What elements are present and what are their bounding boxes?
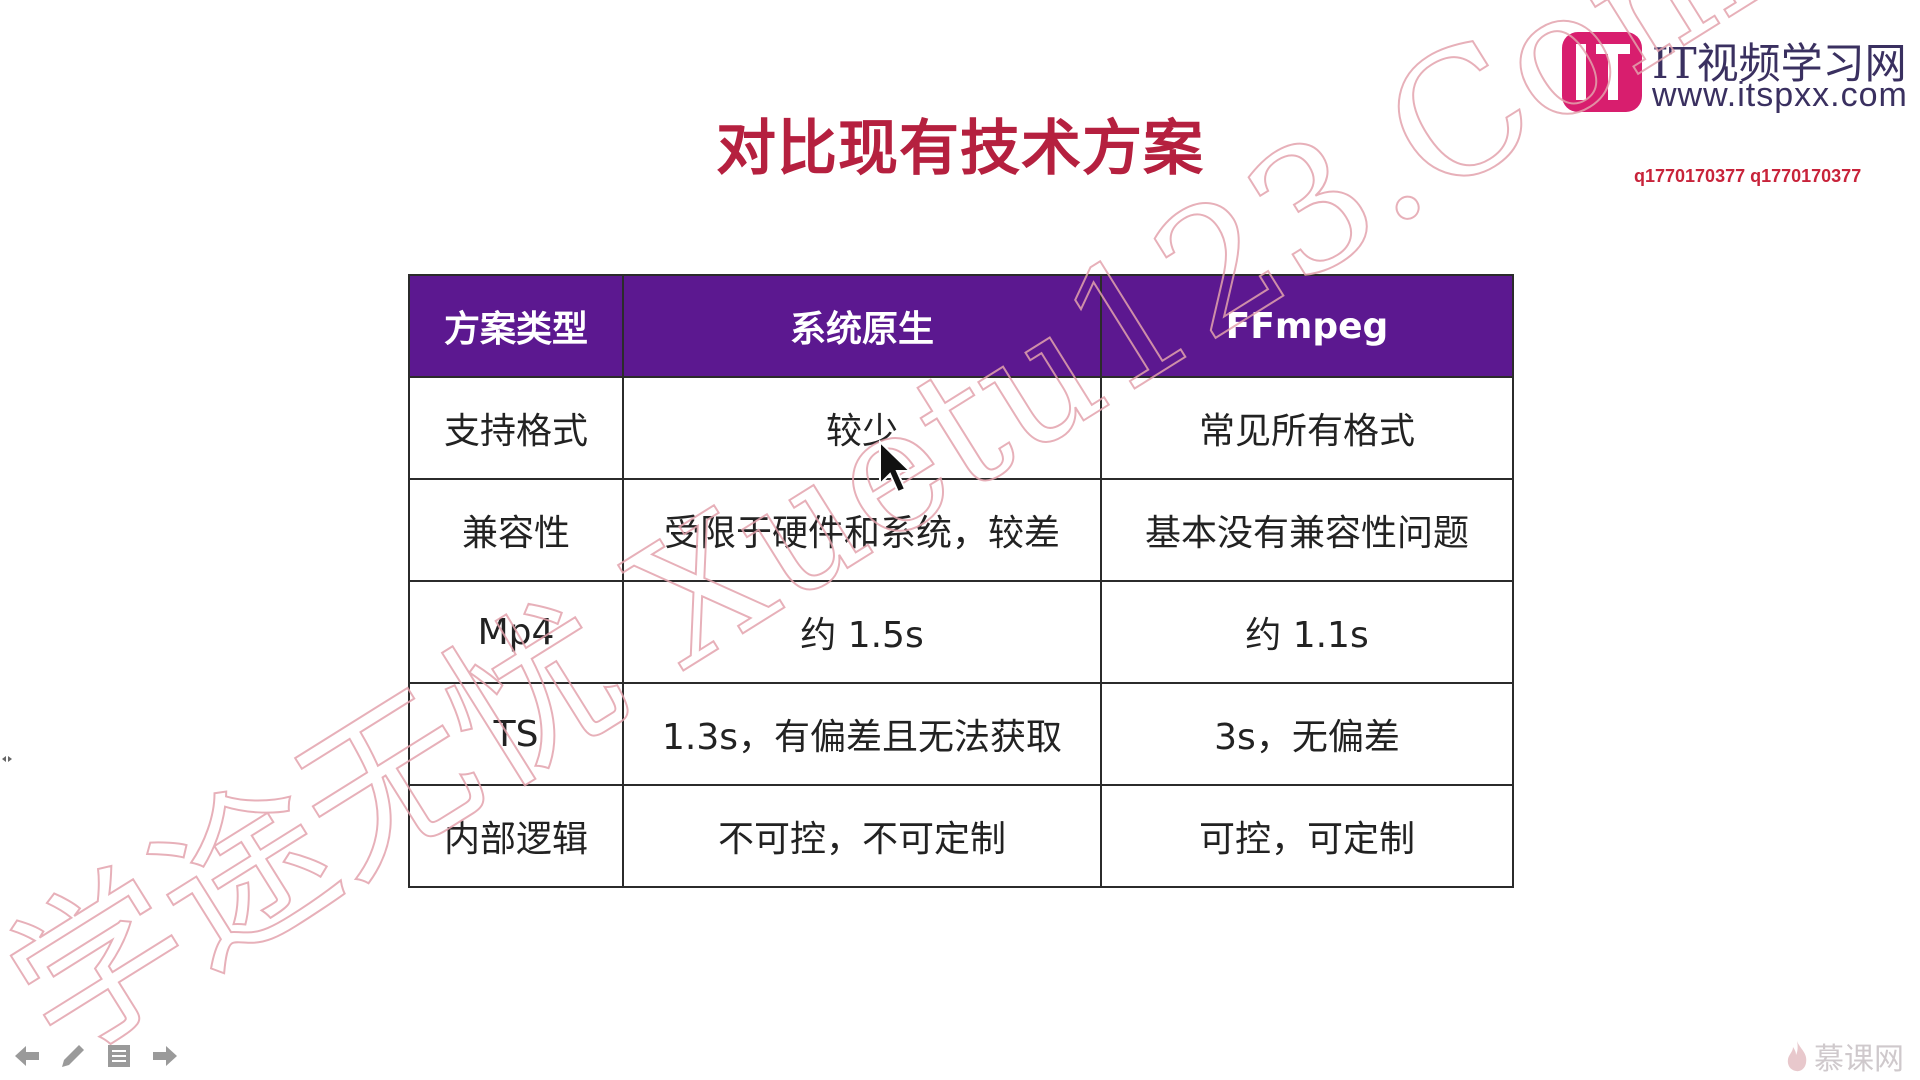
table-cell: Mp4	[408, 580, 624, 684]
table-cell: 约 1.1s	[1100, 580, 1514, 684]
brand-watermark: 慕课网	[1784, 1034, 1904, 1078]
mouse-cursor-icon	[879, 440, 912, 494]
table-cell: 较少	[622, 376, 1102, 480]
table-cell: 常见所有格式	[1100, 376, 1514, 480]
header-cell: 系统原生	[622, 274, 1102, 378]
table-cell: 约 1.5s	[622, 580, 1102, 684]
table-row: 支持格式 较少 常见所有格式	[408, 376, 1514, 480]
expand-handle-icon[interactable]	[0, 752, 14, 766]
table-cell: 不可控，不可定制	[622, 784, 1102, 888]
next-slide-button[interactable]	[148, 1039, 182, 1073]
table-header-row: 方案类型 系统原生 FFmpeg	[408, 274, 1514, 378]
menu-icon	[108, 1045, 130, 1067]
brand-text: 慕课网	[1814, 1042, 1904, 1077]
table-cell: 3s，无偏差	[1100, 682, 1514, 786]
header-cell: FFmpeg	[1100, 274, 1514, 378]
table-row: 内部逻辑 不可控，不可定制 可控，可定制	[408, 784, 1514, 888]
slide: IT视频学习网 www.itspxx.com q1770170377 q1770…	[0, 0, 1920, 1080]
table-cell: 可控，可定制	[1100, 784, 1514, 888]
previous-slide-button[interactable]	[10, 1039, 44, 1073]
arrow-left-icon	[15, 1046, 39, 1066]
table-cell: 支持格式	[408, 376, 624, 480]
table-cell: 受限于硬件和系统，较差	[622, 478, 1102, 582]
comparison-table: 方案类型 系统原生 FFmpeg 支持格式 较少 常见所有格式 兼容性 受限于硬…	[408, 274, 1514, 888]
flame-icon	[1787, 1041, 1807, 1072]
table-row: Mp4 约 1.5s 约 1.1s	[408, 580, 1514, 684]
slide-toolbar	[10, 1038, 182, 1074]
pen-icon	[62, 1045, 84, 1067]
slide-menu-button[interactable]	[102, 1039, 136, 1073]
table-row: 兼容性 受限于硬件和系统，较差 基本没有兼容性问题	[408, 478, 1514, 582]
table-cell: 基本没有兼容性问题	[1100, 478, 1514, 582]
table-cell: 兼容性	[408, 478, 624, 582]
table-cell: 内部逻辑	[408, 784, 624, 888]
pen-tool-button[interactable]	[56, 1039, 90, 1073]
arrow-right-icon	[153, 1046, 177, 1066]
table-cell: 1.3s，有偏差且无法获取	[622, 682, 1102, 786]
table-row: TS 1.3s，有偏差且无法获取 3s，无偏差	[408, 682, 1514, 786]
header-cell: 方案类型	[408, 274, 624, 378]
table-cell: TS	[408, 682, 624, 786]
slide-title: 对比现有技术方案	[716, 114, 1204, 184]
